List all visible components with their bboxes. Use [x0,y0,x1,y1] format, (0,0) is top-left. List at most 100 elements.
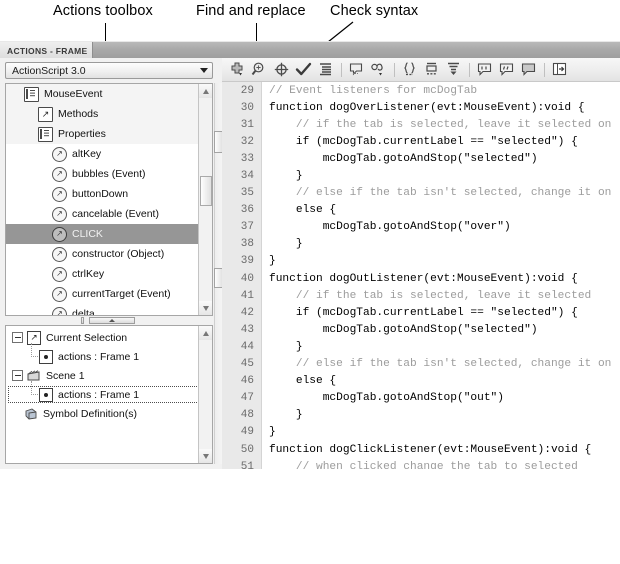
tab-actions-frame[interactable]: ACTIONS - FRAME [0,42,93,59]
code-line[interactable]: 48 } [222,407,620,424]
nav-item-label: Scene 1 [46,369,85,382]
code-line[interactable]: 44 } [222,338,620,355]
code-line[interactable]: 37 mcDogTab.gotoAndStop("over") [222,219,620,236]
collapse-between-braces-icon[interactable] [399,60,419,80]
line-number: 31 [240,118,254,131]
line-number: 43 [240,323,254,336]
tree-item-constructor[interactable]: ↗ constructor (Object) [6,244,199,264]
line-number: 30 [240,101,254,114]
code-line[interactable]: 50 function dogClickListener(evt:MouseEv… [222,441,620,458]
collapse-selection-icon[interactable] [421,60,441,80]
find-replace-icon[interactable] [249,60,269,80]
tree-vertical-scrollbar[interactable] [198,84,212,315]
tree-item-mouseevent[interactable]: MouseEvent [6,84,199,104]
nav-item-actions-frame-1-scene[interactable]: actions : Frame 1 [6,381,211,404]
code-line[interactable]: 36 else { [222,202,620,219]
code-line[interactable]: 35 // else if the tab isn't selected, ch… [222,185,620,202]
code-line[interactable]: 51 // when clicked change the tab to sel… [222,458,620,469]
script-code-editor[interactable]: 29 // Event listeners for mcDogTab 30 fu… [222,82,620,469]
apply-line-comment-icon[interactable] [496,60,516,80]
collapse-expander-icon[interactable] [12,332,23,343]
scroll-up-button[interactable] [199,84,212,98]
chevron-down-icon[interactable] [196,63,212,78]
tree-item-altkey[interactable]: ↗ altKey [6,144,199,164]
code-line[interactable]: 33 mcDogTab.gotoAndStop("selected") [222,150,620,167]
line-text: // if the tab is selected, leave it sele… [269,289,592,302]
nav-item-actions-frame-1-selection[interactable]: actions : Frame 1 [6,343,199,366]
toolbox-splitter[interactable] [5,316,213,325]
property-icon: ↗ [52,226,67,242]
line-number: 36 [240,204,254,217]
check-syntax-icon[interactable] [293,60,313,80]
script-navigator[interactable]: ↗ Current Selection actions : Frame 1 Sc… [5,325,213,464]
show-hide-toolbox-icon[interactable] [549,60,569,80]
tree-item-label: delta [72,308,95,316]
code-line[interactable]: 45 // else if the tab isn't selected, ch… [222,356,620,373]
insert-target-path-icon[interactable] [271,60,291,80]
callout-label-check-syntax: Check syntax [330,3,419,19]
code-line[interactable]: 38 } [222,236,620,253]
tree-item-properties[interactable]: Properties [6,124,199,144]
code-line[interactable]: 40 function dogOutListener(evt:MouseEven… [222,270,620,287]
line-text: } [269,340,303,353]
tree-item-buttondown[interactable]: ↗ buttonDown [6,184,199,204]
actionscript-version-value: ActionScript 3.0 [12,64,86,77]
tree-item-methods[interactable]: ↗ Methods [6,104,199,124]
code-line[interactable]: 32 if (mcDogTab.currentLabel == "selecte… [222,133,620,150]
code-line[interactable]: 41 // if the tab is selected, leave it s… [222,287,620,304]
nav-item-label: actions : Frame 1 [58,388,140,401]
line-number: 32 [240,135,254,148]
nav-item-symbol-definitions[interactable]: Symbol Definition(s) [6,404,199,423]
line-number: 38 [240,238,254,251]
line-text: function dogOutListener(evt:MouseEvent):… [269,272,578,285]
nav-item-current-selection[interactable]: ↗ Current Selection [6,328,199,347]
panel-titlebar: ACTIONS - FRAME [0,41,620,59]
nav-item-label: Current Selection [46,331,128,344]
code-line[interactable]: 47 mcDogTab.gotoAndStop("out") [222,390,620,407]
line-number: 46 [240,375,254,388]
actions-panel: ACTIONS - FRAME ActionScript 3.0 MouseEv… [0,41,620,469]
code-line[interactable]: 49 } [222,424,620,441]
line-text: else { [269,375,337,388]
tree-item-label: altKey [72,148,102,160]
tree-item-label: buttonDown [72,188,129,200]
add-item-icon[interactable] [227,60,247,80]
callout-label-find-and-replace: Find and replace [196,3,306,19]
actionscript-version-select[interactable]: ActionScript 3.0 [5,62,213,79]
code-line[interactable]: 30 function dogOverListener(evt:MouseEve… [222,99,620,116]
scroll-down-button[interactable] [199,449,212,463]
remove-comment-icon[interactable] [518,60,538,80]
collapse-expander-icon[interactable] [12,370,23,381]
code-line[interactable]: 39 } [222,253,620,270]
code-line[interactable]: 34 } [222,167,620,184]
script-navigator-vertical-scrollbar[interactable] [198,326,212,463]
scroll-down-button[interactable] [199,301,212,315]
scroll-thumb[interactable] [200,176,212,206]
auto-format-icon[interactable] [315,60,335,80]
code-line[interactable]: 31 // if the tab is selected, leave it s… [222,116,620,133]
actions-toolbox-tree[interactable]: MouseEvent ↗ Methods Properties ↗ altKey [5,83,213,316]
tree-item-currenttarget[interactable]: ↗ currentTarget (Event) [6,284,199,304]
expand-all-icon[interactable] [443,60,463,80]
scroll-up-button[interactable] [199,326,212,340]
tree-item-bubbles[interactable]: ↗ bubbles (Event) [6,164,199,184]
tree-item-ctrlkey[interactable]: ↗ ctrlKey [6,264,199,284]
tree-item-cancelable[interactable]: ↗ cancelable (Event) [6,204,199,224]
toolbar-separator [341,62,342,77]
tree-item-delta[interactable]: ↗ delta [6,304,199,316]
tree-item-click[interactable]: ↗ CLICK [6,224,199,244]
show-code-hint-icon[interactable] [346,60,366,80]
apply-block-comment-icon[interactable] [474,60,494,80]
nav-item-scene-1[interactable]: Scene 1 [6,366,199,385]
code-line[interactable]: 42 if (mcDogTab.currentLabel == "selecte… [222,304,620,321]
methods-icon: ↗ [38,106,53,122]
tree-item-label: constructor (Object) [72,248,165,260]
line-number: 47 [240,392,254,405]
code-line[interactable]: 29 // Event listeners for mcDogTab [222,82,620,99]
line-text: if (mcDogTab.currentLabel == "selected")… [269,306,578,319]
splitter-grab-handle[interactable] [89,317,135,324]
code-line[interactable]: 43 mcDogTab.gotoAndStop("selected") [222,321,620,338]
tree-item-label: cancelable (Event) [72,208,159,220]
code-line[interactable]: 46 else { [222,373,620,390]
debug-options-icon[interactable] [368,60,388,80]
